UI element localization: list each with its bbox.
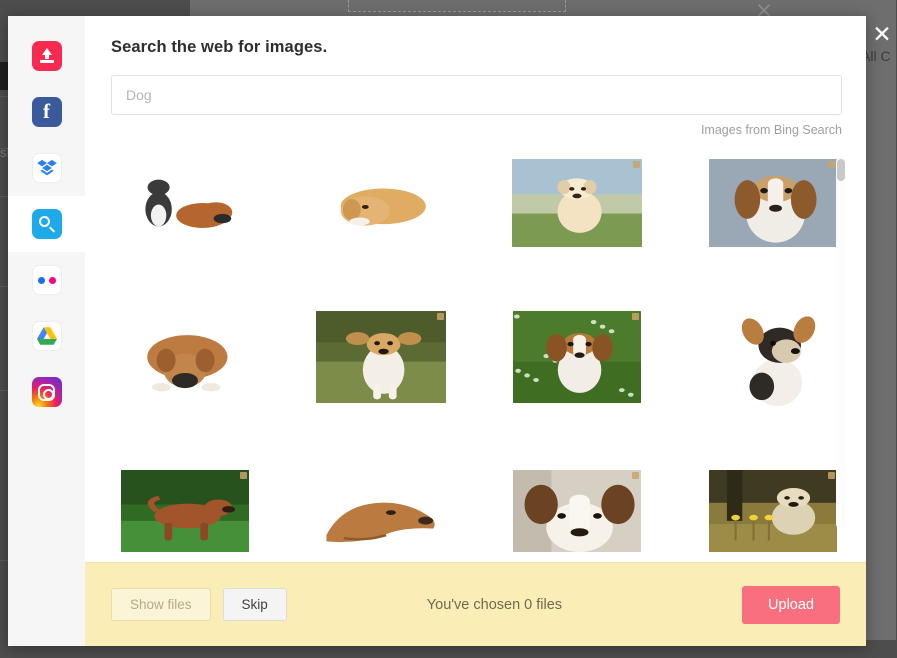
search-provider-credit: Images from Bing Search bbox=[111, 123, 842, 137]
watermark-badge-icon bbox=[632, 472, 639, 479]
dropbox-icon bbox=[32, 153, 62, 183]
result-thumbnail[interactable] bbox=[503, 461, 651, 561]
search-panel: Search the web for images. Images from B… bbox=[85, 16, 866, 646]
search-input[interactable] bbox=[111, 75, 842, 115]
thumbnail-image bbox=[513, 311, 641, 403]
watermark-badge-icon bbox=[240, 472, 247, 479]
thumbnail-image bbox=[717, 308, 829, 406]
sidebar-item-flickr[interactable] bbox=[8, 252, 85, 308]
thumbnail-image bbox=[130, 164, 240, 242]
sidebar-item-web-search[interactable] bbox=[8, 196, 85, 252]
result-thumbnail[interactable] bbox=[307, 153, 455, 253]
thumbnail-image bbox=[319, 471, 443, 551]
facebook-icon: f bbox=[32, 97, 62, 127]
instagram-icon bbox=[32, 377, 62, 407]
result-thumbnail[interactable] bbox=[503, 307, 651, 407]
google-drive-icon bbox=[32, 321, 62, 351]
skip-button[interactable]: Skip bbox=[223, 588, 287, 621]
watermark-badge-icon bbox=[633, 161, 640, 168]
dialog-footer: Show files Skip You've chosen 0 files Up… bbox=[85, 562, 866, 646]
screen: sh × All C ✕ f bbox=[0, 0, 897, 658]
thumbnail-image bbox=[126, 315, 244, 399]
result-thumbnail[interactable] bbox=[699, 153, 847, 253]
thumbnail-image bbox=[513, 470, 641, 552]
sidebar-item-google-drive[interactable] bbox=[8, 308, 85, 364]
page-title: Search the web for images. bbox=[111, 38, 840, 57]
results-scroll-area[interactable] bbox=[85, 153, 866, 562]
watermark-badge-icon bbox=[828, 472, 835, 479]
panel-header: Search the web for images. Images from B… bbox=[85, 16, 866, 137]
result-thumbnail[interactable] bbox=[699, 461, 847, 561]
background-dropzone bbox=[348, 0, 566, 12]
chosen-files-status: You've chosen 0 files bbox=[287, 597, 742, 613]
scrollbar-thumb[interactable] bbox=[837, 159, 845, 181]
result-thumbnail[interactable] bbox=[307, 461, 455, 561]
watermark-badge-icon bbox=[828, 161, 835, 168]
flickr-icon bbox=[32, 265, 62, 295]
thumbnail-image bbox=[316, 311, 446, 403]
result-thumbnail[interactable] bbox=[699, 307, 847, 407]
result-thumbnail[interactable] bbox=[503, 153, 651, 253]
thumbnail-image bbox=[325, 170, 437, 236]
sidebar-item-instagram[interactable] bbox=[8, 364, 85, 420]
scrollbar-track[interactable] bbox=[836, 157, 846, 529]
watermark-badge-icon bbox=[437, 313, 444, 320]
close-icon[interactable]: ✕ bbox=[868, 21, 896, 49]
search-icon bbox=[32, 209, 62, 239]
result-thumbnail[interactable] bbox=[111, 153, 259, 253]
thumbnail-image bbox=[512, 159, 642, 247]
result-thumbnail[interactable] bbox=[111, 307, 259, 407]
watermark-badge-icon bbox=[632, 313, 639, 320]
result-thumbnail[interactable] bbox=[111, 461, 259, 561]
thumbnail-image bbox=[709, 159, 837, 247]
show-files-button[interactable]: Show files bbox=[111, 588, 211, 621]
upload-button[interactable]: Upload bbox=[742, 586, 840, 624]
upload-icon bbox=[32, 41, 62, 71]
result-thumbnail[interactable] bbox=[307, 307, 455, 407]
thumbnail-image bbox=[709, 470, 837, 552]
uploader-dialog: f bbox=[8, 16, 866, 646]
sidebar-item-facebook[interactable]: f bbox=[8, 84, 85, 140]
thumbnail-image bbox=[121, 470, 249, 552]
sidebar-item-upload[interactable] bbox=[8, 28, 85, 84]
results-grid bbox=[111, 153, 847, 561]
sidebar-item-dropbox[interactable] bbox=[8, 140, 85, 196]
source-sidebar: f bbox=[8, 16, 85, 646]
